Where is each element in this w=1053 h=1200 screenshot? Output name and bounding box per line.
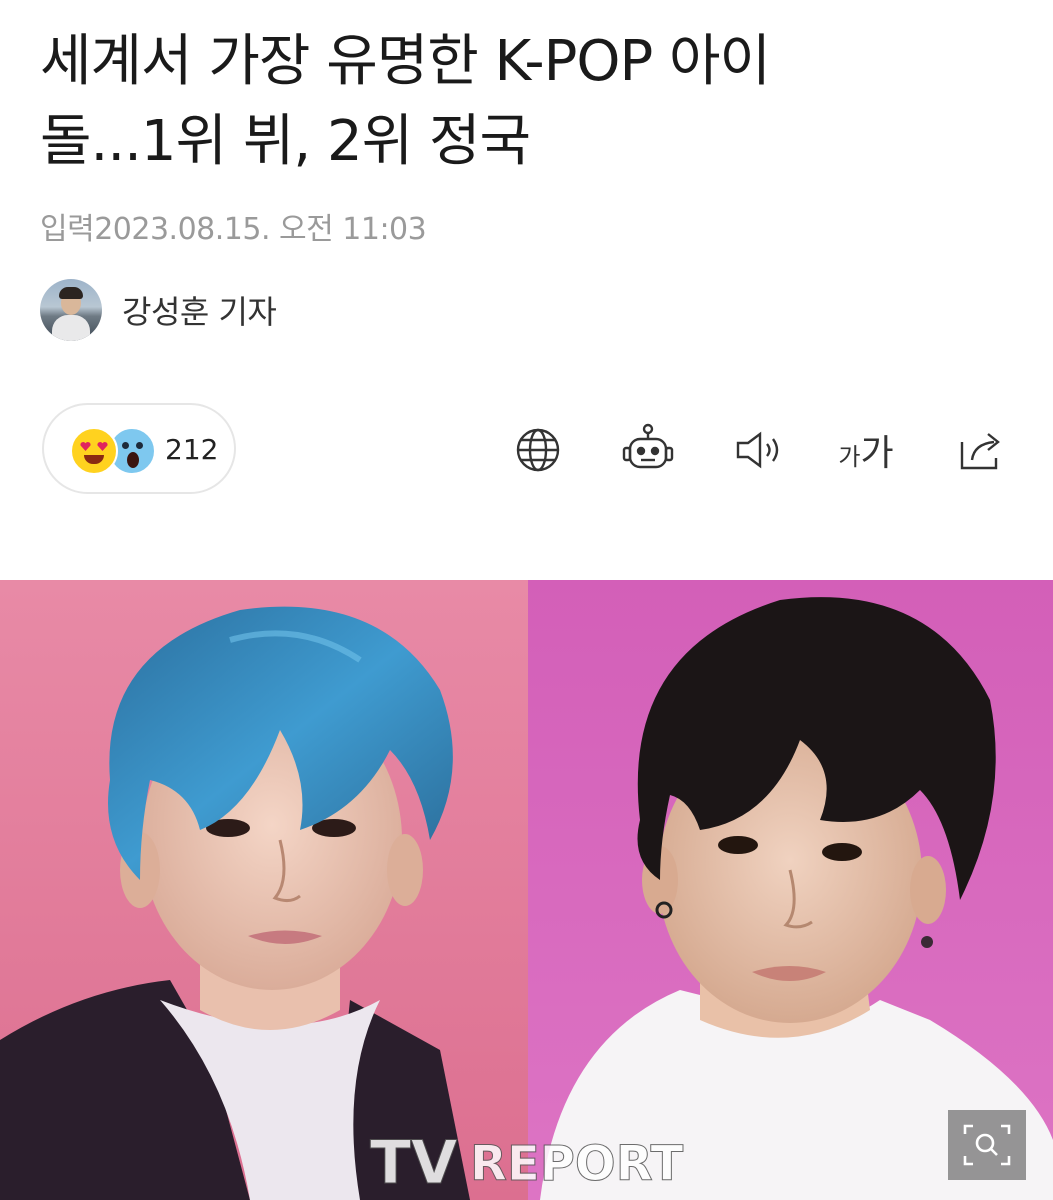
svg-text:TV: TV [370, 1128, 458, 1198]
date-label: 입력 [40, 212, 95, 247]
tv-report-watermark: TV REPORT [370, 1128, 685, 1199]
summary-bot-button[interactable] [618, 418, 678, 482]
byline[interactable]: 강성훈 기자 [40, 278, 277, 342]
headline-line-1: 세계서 가장 유명한 K-POP 아이 [40, 29, 771, 94]
robot-icon [622, 423, 674, 469]
date-value: 2023.08.15. 오전 11:03 [94, 212, 427, 247]
globe-icon [516, 428, 560, 472]
reaction-count: 212 [165, 433, 219, 466]
article-headline: 세계서 가장 유명한 K-POP 아이 돌...1위 뷔, 2위 정국 [40, 22, 1020, 182]
font-size-button[interactable]: 가가 [836, 418, 896, 482]
reporter-avatar[interactable] [40, 279, 102, 341]
magnify-icon [963, 1124, 1011, 1166]
reaction-button[interactable]: 212 [42, 403, 236, 494]
article-dateline: 입력2023.08.15. 오전 11:03 [40, 204, 427, 248]
text-to-speech-button[interactable] [728, 418, 788, 482]
font-size-icon: 가가 [838, 433, 894, 474]
share-icon [960, 433, 1000, 470]
share-button[interactable] [952, 418, 1012, 482]
heart-eyes-emoji-icon [70, 427, 118, 475]
image-zoom-button[interactable] [948, 1110, 1026, 1180]
svg-text:REPORT: REPORT [470, 1136, 684, 1192]
headline-line-2: 돌...1위 뷔, 2위 정국 [40, 109, 531, 174]
reporter-name[interactable]: 강성훈 기자 [122, 287, 277, 333]
speaker-icon [736, 431, 779, 469]
article-photo[interactable]: TV REPORT [0, 580, 1053, 1200]
translate-button[interactable] [508, 418, 568, 482]
